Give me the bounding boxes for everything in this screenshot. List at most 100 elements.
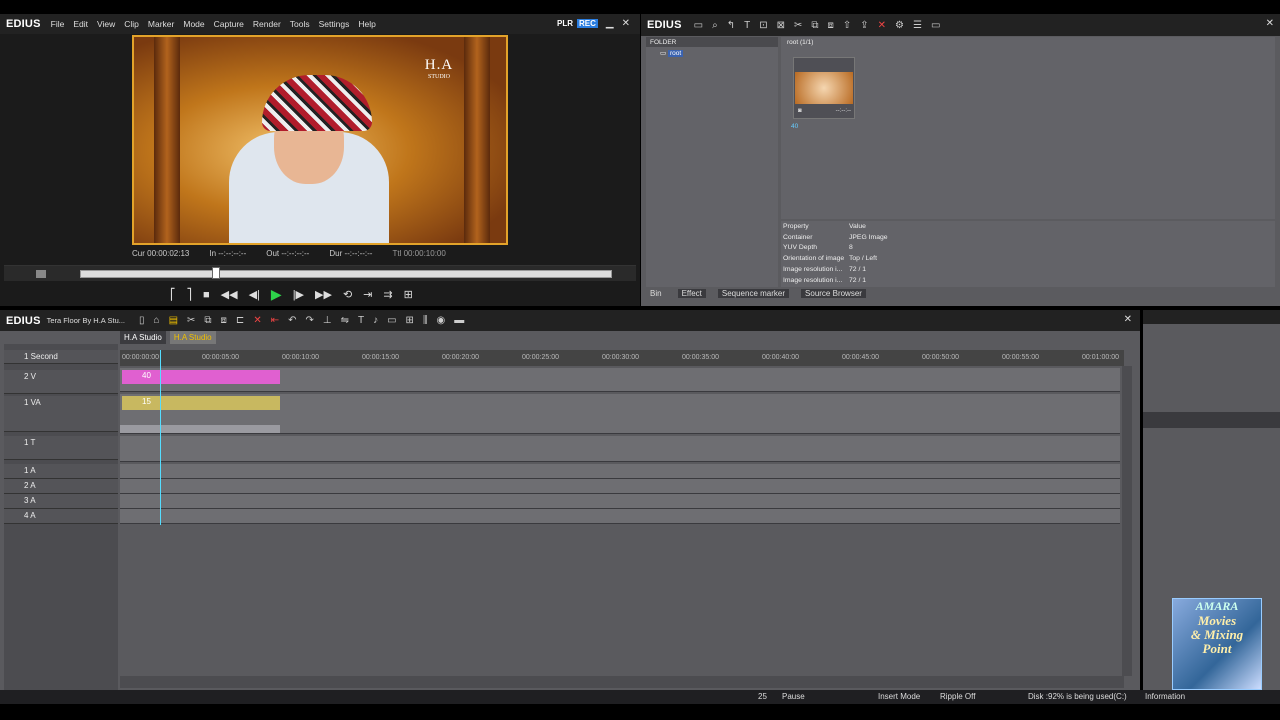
set-in-icon[interactable]: ⎡ (170, 288, 176, 301)
paste-icon[interactable]: ⧈ (828, 20, 834, 31)
lane-2a[interactable] (120, 479, 1120, 494)
new-sequence-icon[interactable]: ▯ (139, 315, 145, 326)
information-tab[interactable]: Information (1145, 692, 1185, 701)
undo-icon[interactable]: ↶ (288, 315, 296, 326)
mixer-icon[interactable]: ⫼ (423, 315, 428, 326)
menu-tools[interactable]: Tools (290, 19, 310, 29)
clip-audio[interactable] (120, 425, 280, 433)
cut-icon[interactable]: ✂ (187, 315, 195, 326)
paste-icon[interactable]: ⧈ (221, 315, 227, 326)
marker-icon[interactable]: ⊥ (323, 315, 332, 326)
plr-label[interactable]: PLR (557, 19, 573, 28)
up-folder-icon[interactable]: ↰ (727, 20, 735, 31)
tab-bin[interactable]: Bin (646, 289, 666, 298)
status-insert-mode[interactable]: Insert Mode (878, 692, 920, 701)
step-back-icon[interactable]: ◀| (249, 288, 260, 301)
menu-marker[interactable]: Marker (148, 19, 174, 29)
view-icon[interactable]: ☰ (913, 20, 922, 31)
shuttle-icon[interactable] (36, 270, 46, 278)
add-sequence-icon[interactable]: ⊠ (777, 20, 785, 31)
time-ruler[interactable]: 00:00:00:00 00:00:05:00 00:00:10:00 00:0… (120, 350, 1124, 366)
replace-icon[interactable]: ⊏ (236, 315, 244, 326)
scale-label[interactable]: 1 Second (24, 352, 58, 361)
add-clip-icon[interactable]: ⊡ (759, 20, 767, 31)
horizontal-scrollbar[interactable] (120, 676, 1124, 688)
bin-close-icon[interactable]: ✕ (1266, 18, 1274, 29)
track-4a[interactable]: 4 A (4, 509, 118, 524)
timeline-cursor[interactable] (160, 350, 161, 525)
play-icon[interactable]: ▶ (271, 286, 282, 303)
search-icon[interactable]: ⌕ (712, 20, 718, 31)
save-icon[interactable]: ▤ (169, 315, 178, 326)
tab-sequence-1[interactable]: H.A Studio (120, 331, 166, 344)
position-bar[interactable] (80, 270, 612, 278)
track-1t[interactable]: 1 T (4, 436, 118, 460)
lane-1t[interactable] (120, 436, 1120, 462)
delete-icon[interactable]: ✕ (878, 20, 886, 31)
ripple-delete-icon[interactable]: ⇤ (271, 315, 279, 326)
window-icon[interactable]: ▭ (931, 20, 940, 31)
lane-3a[interactable] (120, 494, 1120, 509)
tab-sequence-2[interactable]: H.A Studio (169, 331, 216, 344)
tab-source-browser[interactable]: Source Browser (801, 289, 866, 298)
menu-mode[interactable]: Mode (183, 19, 204, 29)
grid-icon[interactable]: ⊞ (406, 315, 414, 326)
clip-1va[interactable]: 15 (122, 396, 280, 410)
track-3a[interactable]: 3 A (4, 494, 118, 509)
lane-4a[interactable] (120, 509, 1120, 524)
insert-to-timeline-icon[interactable]: ⇥ (363, 288, 372, 301)
set-out-icon[interactable]: ⎤ (187, 288, 193, 301)
menu-edit[interactable]: Edit (73, 19, 88, 29)
menu-view[interactable]: View (97, 19, 115, 29)
tab-sequence-marker[interactable]: Sequence marker (717, 289, 790, 298)
menu-capture[interactable]: Capture (214, 19, 244, 29)
tab-effect[interactable]: Effect (677, 289, 706, 298)
copy-icon[interactable]: ⧉ (204, 315, 211, 326)
step-forward-icon[interactable]: |▶ (293, 288, 304, 301)
scale-selector[interactable]: 1 Second (4, 350, 118, 364)
folder-icon[interactable]: ▭ (694, 20, 703, 31)
track-1a[interactable]: 1 A (4, 464, 118, 479)
cut-icon[interactable]: ✂ (794, 20, 802, 31)
vertical-scrollbar[interactable] (1122, 366, 1132, 676)
render-icon[interactable]: ▭ (387, 315, 396, 326)
menu-help[interactable]: Help (358, 19, 375, 29)
timeline-close-icon[interactable]: ✕ (1124, 314, 1132, 325)
track-1va[interactable]: 1 VA (4, 396, 118, 432)
minimize-icon[interactable]: ▁ (606, 18, 614, 29)
title-icon[interactable]: T (358, 315, 364, 326)
status-ripple[interactable]: Ripple Off (940, 692, 975, 701)
menu-settings[interactable]: Settings (319, 19, 350, 29)
title-icon[interactable]: T (744, 20, 750, 31)
clip-thumbnail[interactable]: ◙ --:--:-- (793, 57, 855, 119)
stop-icon[interactable]: ■ (203, 289, 210, 301)
mark-icon[interactable]: ⊞ (404, 288, 413, 301)
menu-file[interactable]: File (51, 19, 65, 29)
close-icon[interactable]: ✕ (622, 18, 630, 29)
loop-icon[interactable]: ⟲ (343, 288, 352, 301)
mic-icon[interactable]: ♪ (373, 315, 378, 326)
fast-forward-icon[interactable]: ▶▶ (315, 288, 332, 301)
menu-clip[interactable]: Clip (124, 19, 139, 29)
lane-1a[interactable] (120, 464, 1120, 479)
position-slider[interactable] (212, 267, 220, 279)
transition-icon[interactable]: ⇋ (341, 315, 349, 326)
copy-icon[interactable]: ⧉ (811, 20, 818, 31)
redo-icon[interactable]: ↷ (305, 315, 313, 326)
overwrite-to-timeline-icon[interactable]: ⇉ (383, 288, 392, 301)
menu-render[interactable]: Render (253, 19, 281, 29)
folder-root-label[interactable]: root (667, 50, 684, 57)
rewind-icon[interactable]: ◀◀ (221, 288, 238, 301)
rec-label[interactable]: REC (577, 19, 598, 28)
folder-root[interactable]: ▭ root (660, 49, 684, 57)
properties-icon[interactable]: ⚙ (895, 20, 904, 31)
open-icon[interactable]: ⌂ (154, 315, 160, 326)
insert-icon[interactable]: ⇧ (843, 20, 851, 31)
layout-icon[interactable]: ▬ (454, 315, 464, 326)
track-2v[interactable]: 2 V (4, 370, 118, 394)
record-icon[interactable]: ◉ (437, 315, 446, 326)
delete-icon[interactable]: ✕ (253, 315, 261, 326)
plr-rec-switch[interactable]: PLR REC ▁ ✕ (557, 18, 630, 29)
clip-2v[interactable]: 40 (122, 370, 280, 384)
overwrite-icon[interactable]: ⇪ (860, 20, 868, 31)
